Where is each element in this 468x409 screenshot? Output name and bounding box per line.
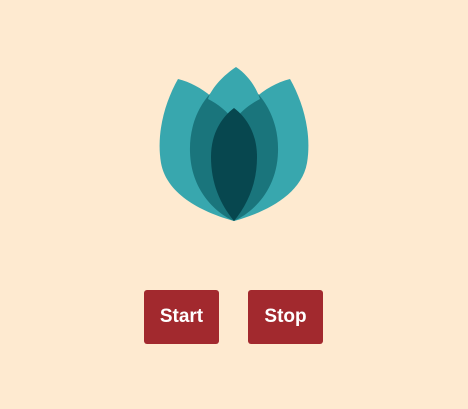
lotus-logo bbox=[158, 67, 310, 223]
start-button[interactable]: Start bbox=[144, 290, 219, 344]
stop-button[interactable]: Stop bbox=[248, 290, 323, 344]
controls-bar: Start Stop bbox=[144, 290, 323, 344]
lotus-icon bbox=[159, 67, 309, 221]
